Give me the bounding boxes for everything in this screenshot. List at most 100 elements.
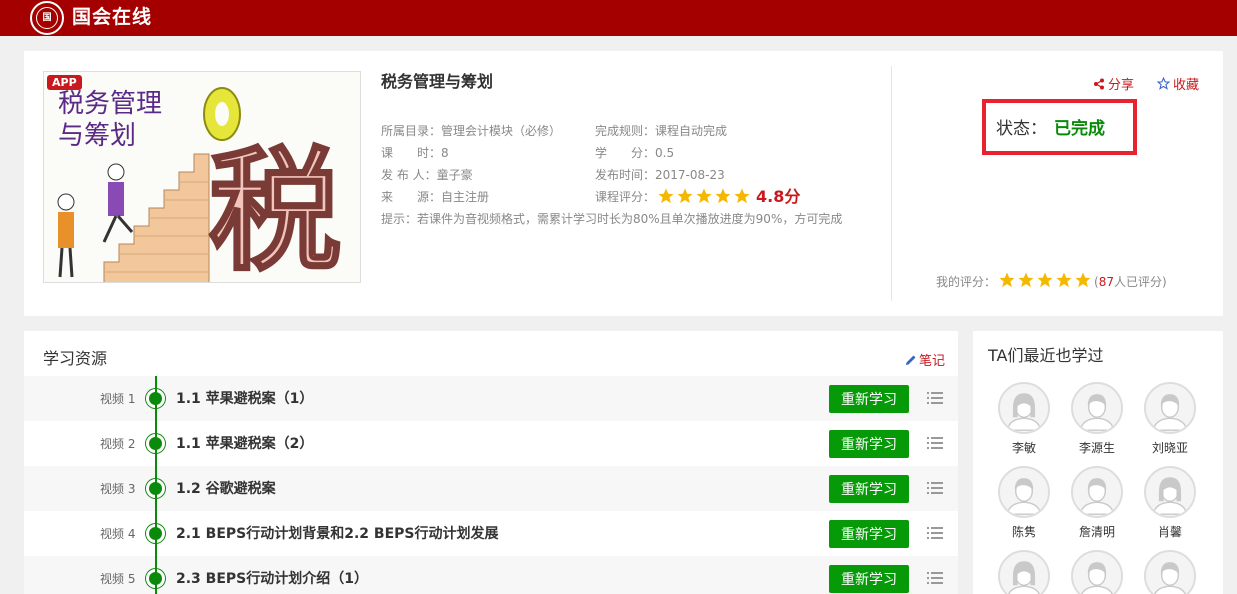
meta-catalog-value: 管理会计模块（必修） — [441, 124, 562, 138]
meta-publisher: 发 布 人：童子豪 — [381, 167, 473, 183]
learner-item[interactable] — [1140, 550, 1200, 594]
status-box: 状态： 已完成 — [982, 99, 1137, 155]
rating-count: (87人已评分) — [1094, 274, 1167, 290]
meta-hours-label: 课 时： — [381, 146, 442, 160]
favorite-link[interactable]: 收藏 — [1157, 74, 1199, 93]
meta-publish-date-value: 2017-08-23 — [655, 168, 725, 182]
course-title: 税务管理与筹划 — [381, 72, 494, 91]
star-icon — [677, 188, 693, 204]
learner-name: 李敏 — [1011, 441, 1036, 455]
resource-title[interactable]: 1.1 苹果避税案（1） — [176, 390, 313, 408]
resource-title[interactable]: 1.2 谷歌避税案 — [176, 480, 276, 498]
star-icon — [999, 272, 1015, 288]
cover-tax-character: 税 — [209, 135, 341, 283]
resource-type-label: 视频 3 — [100, 482, 136, 496]
star-icon — [1037, 272, 1053, 288]
avatar-icon[interactable] — [1144, 382, 1196, 434]
cover-illustration: 税务管理 与筹划 税 — [44, 72, 360, 283]
resource-row[interactable]: 视频 3 1.2 谷歌避税案 重新学习 — [24, 466, 958, 511]
relearn-button[interactable]: 重新学习 — [829, 520, 909, 548]
rating-count-number: 87 — [1098, 275, 1114, 289]
meta-publisher-value: 童子豪 — [436, 168, 473, 182]
resources-title: 学习资源 — [43, 349, 108, 368]
avatar-icon[interactable] — [1071, 550, 1123, 594]
meta-publish-date-label: 发布时间： — [595, 168, 656, 182]
meta-course-rating-label: 课程评分： — [595, 190, 656, 204]
meta-credit-value: 0.5 — [655, 146, 675, 160]
top-bar: 国 国会在线 — [0, 0, 1237, 36]
learner-item[interactable] — [994, 550, 1054, 594]
resource-title[interactable]: 2.1 BEPS行动计划背景和2.2 BEPS行动计划发展 — [176, 525, 499, 543]
share-link[interactable]: 分享 — [1093, 74, 1134, 93]
meta-catalog-label: 所属目录： — [381, 124, 442, 138]
course-cover-image: APP 税务管理 与筹划 税 — [43, 71, 361, 283]
avatar-icon[interactable] — [998, 550, 1050, 594]
avatar-icon[interactable] — [998, 382, 1050, 434]
star-icon — [658, 188, 674, 204]
meta-credit: 学 分：0.5 — [595, 145, 674, 161]
resource-type-label: 视频 1 — [100, 392, 136, 406]
star-icon — [734, 188, 750, 204]
notes-label: 笔记 — [919, 354, 946, 369]
related-learners-title: TA们最近也学过 — [988, 346, 1104, 365]
avatar-icon[interactable] — [1144, 550, 1196, 594]
completion-hint: 提示：若课件为音视频格式，需累计学习时长为80%且单次播放进度为90%，方可完成 — [381, 212, 843, 226]
avatar-icon[interactable] — [998, 466, 1050, 518]
resource-type-label: 视频 5 — [100, 572, 136, 586]
meta-source-label: 来 源： — [381, 190, 442, 204]
star-icon — [715, 188, 731, 204]
star-icon — [1018, 272, 1034, 288]
meta-hours: 课 时：8 — [381, 145, 449, 161]
avatar-icon[interactable] — [1071, 466, 1123, 518]
learner-item[interactable]: 刘晓亚 — [1140, 382, 1200, 456]
list-menu-icon[interactable] — [927, 571, 943, 585]
notes-link[interactable]: 笔记 — [905, 350, 945, 369]
resource-row[interactable]: 视频 4 2.1 BEPS行动计划背景和2.2 BEPS行动计划发展 重新学习 — [24, 511, 958, 556]
pencil-icon — [906, 355, 916, 365]
logo-text[interactable]: 国会在线 — [72, 5, 152, 29]
meta-hours-value: 8 — [441, 146, 449, 160]
logo-seal-icon[interactable]: 国 — [30, 1, 64, 35]
star-icon — [1075, 272, 1091, 288]
my-rating-stars[interactable] — [998, 271, 1092, 289]
course-score: 4.8分 — [756, 187, 801, 206]
learner-item[interactable] — [1067, 550, 1127, 594]
logo-seal-text: 国 — [36, 7, 58, 29]
meta-catalog: 所属目录：管理会计模块（必修） — [381, 123, 561, 139]
resource-row[interactable]: 视频 5 2.3 BEPS行动计划介绍（1） 重新学习 — [24, 556, 958, 594]
avatar-icon[interactable] — [1144, 466, 1196, 518]
course-rating-stars — [657, 187, 751, 205]
share-icon — [1094, 78, 1104, 89]
cover-text-line1: 税务管理 — [58, 89, 162, 119]
learner-name: 刘晓亚 — [1151, 441, 1188, 455]
list-menu-icon[interactable] — [927, 526, 943, 540]
list-menu-icon[interactable] — [927, 436, 943, 450]
vertical-divider — [891, 66, 892, 301]
list-menu-icon[interactable] — [927, 391, 943, 405]
learner-item[interactable]: 肖馨 — [1140, 466, 1200, 540]
resource-title[interactable]: 1.1 苹果避税案（2） — [176, 435, 313, 453]
favorite-label: 收藏 — [1173, 78, 1200, 93]
meta-source-value: 自主注册 — [441, 190, 490, 204]
meta-course-rating: 课程评分： — [595, 189, 655, 205]
learner-name: 陈隽 — [1011, 525, 1036, 539]
resource-title[interactable]: 2.3 BEPS行动计划介绍（1） — [176, 570, 368, 588]
learner-item[interactable]: 陈隽 — [994, 466, 1054, 540]
relearn-button[interactable]: 重新学习 — [829, 475, 909, 503]
meta-publisher-label: 发 布 人： — [381, 168, 437, 182]
course-info-panel: APP 税务管理 与筹划 税 税务管理与筹划 所属目录：管理会计模块（必修） 完… — [24, 51, 1223, 316]
relearn-button[interactable]: 重新学习 — [829, 385, 909, 413]
learner-item[interactable]: 李源生 — [1067, 382, 1127, 456]
resource-row[interactable]: 视频 2 1.1 苹果避税案（2） 重新学习 — [24, 421, 958, 466]
relearn-button[interactable]: 重新学习 — [829, 565, 909, 593]
resource-row[interactable]: 视频 1 1.1 苹果避税案（1） 重新学习 — [24, 376, 958, 421]
relearn-button[interactable]: 重新学习 — [829, 430, 909, 458]
meta-publish-date: 发布时间：2017-08-23 — [595, 167, 725, 183]
cover-text-line2: 与筹划 — [58, 121, 136, 151]
list-menu-icon[interactable] — [927, 481, 943, 495]
avatar-icon[interactable] — [1071, 382, 1123, 434]
learner-item[interactable]: 詹清明 — [1067, 466, 1127, 540]
share-label: 分享 — [1108, 78, 1135, 93]
learner-item[interactable]: 李敏 — [994, 382, 1054, 456]
meta-completion-value: 课程自动完成 — [655, 124, 728, 138]
